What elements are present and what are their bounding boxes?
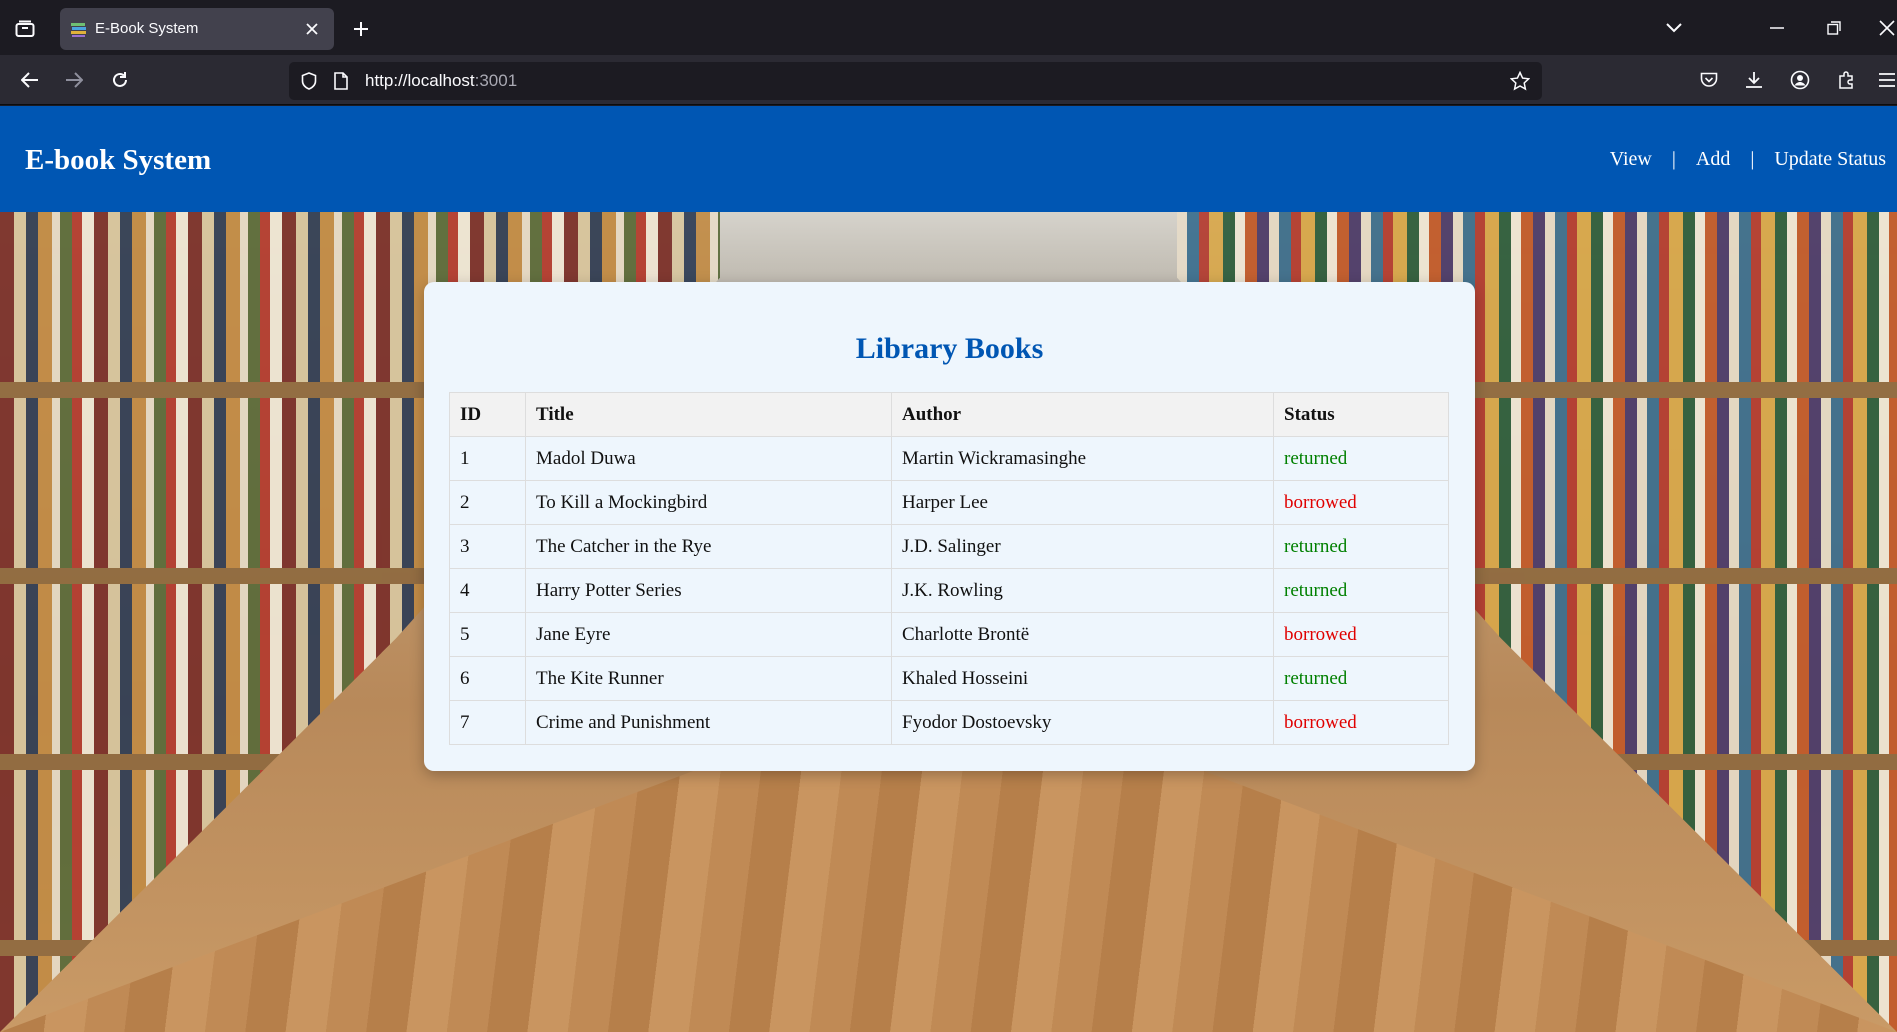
cell-title: Jane Eyre — [525, 612, 892, 657]
reload-icon[interactable] — [108, 68, 132, 92]
menu-icon[interactable] — [1876, 68, 1897, 92]
table-row: 5 Jane Eyre Charlotte Brontë borrowed — [449, 612, 1449, 657]
column-header-title: Title — [525, 392, 892, 437]
cell-id: 2 — [449, 480, 526, 525]
account-icon[interactable] — [1788, 68, 1812, 92]
books-card: Library Books ID Title Author Status 1 M… — [424, 282, 1475, 771]
card-title: Library Books — [855, 332, 1044, 365]
site-navbar: E-book System View | Add | Update Status — [0, 106, 1897, 212]
table-row: 3 The Catcher in the Rye J.D. Salinger r… — [449, 524, 1449, 569]
cell-status: returned — [1273, 524, 1449, 569]
cell-title: To Kill a Mockingbird — [525, 480, 892, 525]
bookmark-star-icon[interactable] — [1510, 71, 1530, 91]
nav-update-status-link[interactable]: Update Status — [1774, 148, 1886, 171]
browser-tab-bar: E-Book System — [0, 0, 1897, 55]
cell-id: 4 — [449, 568, 526, 613]
new-tab-icon[interactable] — [349, 17, 373, 41]
table-row: 4 Harry Potter Series J.K. Rowling retur… — [449, 568, 1449, 613]
url-port: :3001 — [474, 71, 518, 90]
cell-id: 1 — [449, 436, 526, 481]
table-header-row: ID Title Author Status — [449, 392, 1449, 437]
cell-author: J.K. Rowling — [891, 568, 1274, 613]
shield-icon[interactable] — [299, 71, 319, 91]
cell-status: borrowed — [1273, 700, 1449, 745]
cell-author: Harper Lee — [891, 480, 1274, 525]
page-viewport: E-book System View | Add | Update Status… — [0, 106, 1897, 1032]
window-close-icon[interactable] — [1876, 16, 1897, 40]
column-header-author: Author — [891, 392, 1274, 437]
tab-list-icon[interactable] — [12, 16, 38, 42]
cell-author: Charlotte Brontë — [891, 612, 1274, 657]
tab-ebook-system[interactable]: E-Book System — [60, 8, 334, 50]
back-icon[interactable] — [18, 68, 42, 92]
nav-separator: | — [1671, 147, 1676, 170]
site-brand[interactable]: E-book System — [25, 106, 211, 214]
cell-status: returned — [1273, 436, 1449, 481]
tab-title: E-Book System — [95, 20, 199, 37]
nav-separator: | — [1750, 147, 1755, 170]
nav-add-link[interactable]: Add — [1696, 148, 1730, 171]
cell-status: borrowed — [1273, 612, 1449, 657]
forward-icon[interactable] — [62, 68, 86, 92]
column-header-id: ID — [449, 392, 526, 437]
cell-author: Martin Wickramasinghe — [891, 436, 1274, 481]
table-row: 6 The Kite Runner Khaled Hosseini return… — [449, 656, 1449, 701]
cell-id: 5 — [449, 612, 526, 657]
url-host: http://localhost — [365, 71, 475, 90]
cell-title: The Catcher in the Rye — [525, 524, 892, 569]
page-icon[interactable] — [331, 71, 351, 91]
cell-id: 3 — [449, 524, 526, 569]
close-icon[interactable] — [302, 19, 322, 39]
cell-author: Khaled Hosseini — [891, 656, 1274, 701]
restore-icon[interactable] — [1822, 16, 1846, 40]
cell-title: The Kite Runner — [525, 656, 892, 701]
list-all-tabs-icon[interactable] — [1662, 16, 1686, 40]
aisle-back-wall — [670, 212, 1230, 282]
download-icon[interactable] — [1742, 68, 1766, 92]
table-row: 2 To Kill a Mockingbird Harper Lee borro… — [449, 480, 1449, 525]
nav-view-link[interactable]: View — [1610, 148, 1652, 171]
table-row: 7 Crime and Punishment Fyodor Dostoevsky… — [449, 700, 1449, 745]
cell-title: Madol Duwa — [525, 436, 892, 481]
cell-author: J.D. Salinger — [891, 524, 1274, 569]
wooden-floor — [0, 732, 1897, 1032]
url-text: http://localhost:3001 — [365, 62, 517, 100]
nav-links: View | Add | Update Status — [1610, 106, 1886, 212]
book-favicon-icon — [70, 20, 88, 38]
minimize-icon[interactable] — [1765, 16, 1789, 40]
column-header-status: Status — [1273, 392, 1449, 437]
cell-id: 6 — [449, 656, 526, 701]
pocket-icon[interactable] — [1697, 68, 1721, 92]
browser-toolbar: http://localhost:3001 — [0, 55, 1897, 105]
cell-status: returned — [1273, 568, 1449, 613]
address-bar[interactable]: http://localhost:3001 — [289, 62, 1542, 100]
extensions-icon[interactable] — [1834, 68, 1858, 92]
cell-status: borrowed — [1273, 480, 1449, 525]
cell-title: Crime and Punishment — [525, 700, 892, 745]
cell-author: Fyodor Dostoevsky — [891, 700, 1274, 745]
table-row: 1 Madol Duwa Martin Wickramasinghe retur… — [449, 436, 1449, 481]
cell-title: Harry Potter Series — [525, 568, 892, 613]
cell-id: 7 — [449, 700, 526, 745]
books-table: ID Title Author Status 1 Madol Duwa Mart… — [449, 392, 1449, 745]
cell-status: returned — [1273, 656, 1449, 701]
